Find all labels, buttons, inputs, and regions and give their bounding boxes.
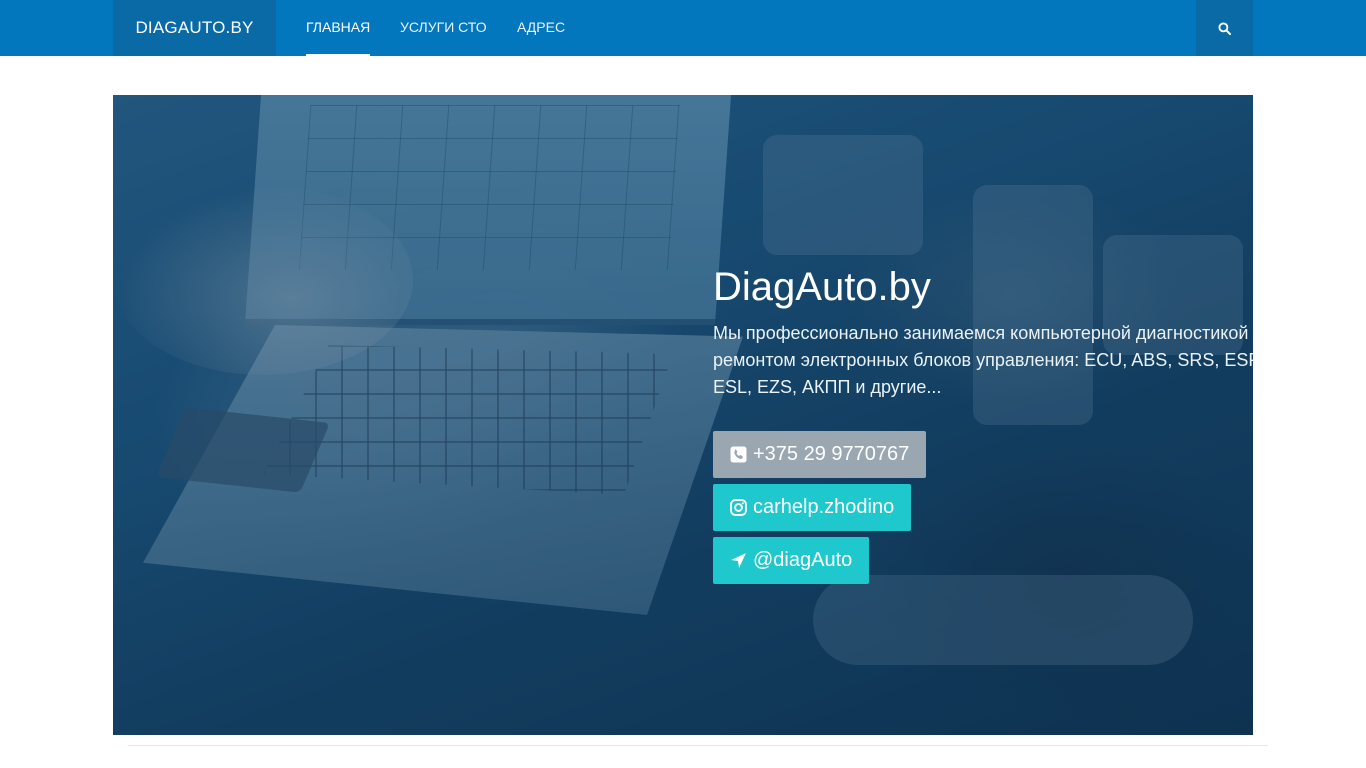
section-divider	[128, 745, 1268, 746]
location-arrow-icon	[731, 553, 746, 568]
search-icon	[1218, 21, 1231, 35]
instagram-button[interactable]: carhelp.zhodino	[713, 484, 912, 531]
hero-title: DiagAuto.by	[713, 265, 931, 309]
nav-item-address[interactable]: АДРЕС	[517, 0, 565, 56]
hero-content: DiagAuto.by Мы профессионально занимаемс…	[713, 95, 1253, 735]
phone-icon	[730, 446, 747, 463]
top-navbar: DIAGAUTO.BY ГЛАВНАЯ УСЛУГИ СТО АДРЕС	[0, 0, 1366, 56]
hero-banner: DiagAuto.by Мы профессионально занимаемс…	[113, 95, 1253, 735]
instagram-button-label: carhelp.zhodino	[753, 496, 895, 518]
hero-description: Мы профессионально занимаемся компьютерн…	[713, 323, 1253, 397]
brand-logo-link[interactable]: DIAGAUTO.BY	[113, 0, 276, 56]
telegram-button[interactable]: @diagAuto	[713, 537, 870, 584]
nav-item-home[interactable]: ГЛАВНАЯ	[306, 0, 371, 56]
search-button[interactable]	[1196, 0, 1253, 56]
nav-item-services[interactable]: УСЛУГИ СТО	[400, 0, 487, 56]
instagram-icon	[730, 499, 747, 516]
telegram-button-label: @diagAuto	[753, 549, 853, 571]
phone-button[interactable]: +375 29 9770767	[713, 431, 927, 478]
phone-button-label: +375 29 9770767	[753, 443, 910, 465]
